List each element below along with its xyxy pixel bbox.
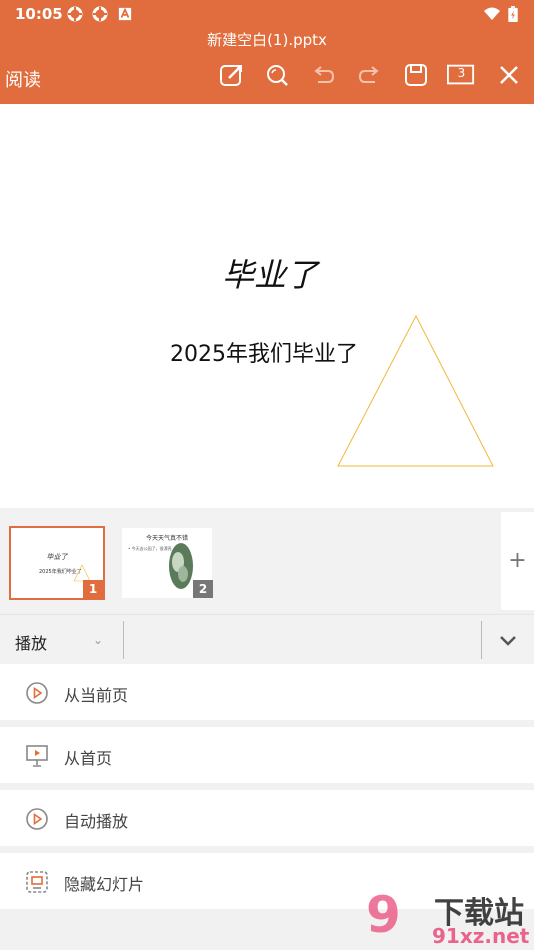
thumb-title: 今天天气真不错 — [145, 535, 188, 542]
edit-icon[interactable] — [217, 61, 245, 89]
wifi-icon — [484, 6, 500, 22]
triangle-shape[interactable] — [336, 314, 496, 470]
slide-thumbnail-1[interactable]: 毕业了 2025年我们毕业了 1 — [9, 526, 105, 600]
undo-icon[interactable] — [309, 61, 337, 89]
status-time: 10:05 — [15, 5, 63, 23]
sync-icon — [67, 6, 83, 22]
slide-thumbnail-2[interactable]: 今天天气真不错 • 今天去公园了，很漂亮 2 — [122, 528, 213, 598]
menu-item-label: 自动播放 — [64, 812, 129, 831]
watermark-url: 91xz.net — [432, 924, 530, 948]
ribbon-tabbar: 播放 ⌄ — [0, 614, 534, 664]
save-icon[interactable] — [402, 61, 430, 89]
slide-canvas[interactable]: 毕业了 2025年我们毕业了 — [0, 104, 534, 508]
menu-item-label: 从当前页 — [64, 686, 129, 705]
slide-number-badge: 1 — [83, 580, 103, 598]
photo-image — [169, 543, 193, 589]
tab-play[interactable]: 播放 — [15, 630, 47, 654]
play-circle-icon — [24, 806, 50, 832]
search-icon[interactable] — [263, 61, 291, 89]
hidden-slide-icon — [24, 869, 50, 895]
page-count-text: 3 — [457, 66, 466, 80]
redo-icon[interactable] — [356, 61, 384, 89]
collapse-icon[interactable] — [497, 629, 519, 651]
read-mode-button[interactable]: 阅读 — [5, 66, 41, 92]
slide-subtitle[interactable]: 2025年我们毕业了 — [170, 336, 358, 368]
page-count-icon[interactable]: 3 — [447, 61, 477, 89]
site-watermark: 9 下载站 91xz.net — [364, 886, 534, 950]
projector-icon — [24, 743, 50, 769]
thumb-title: 毕业了 — [46, 553, 68, 561]
app-notification-icon — [118, 6, 134, 22]
slide-title[interactable]: 毕业了 — [0, 250, 534, 296]
close-icon[interactable] — [495, 61, 523, 89]
slide-number-badge: 2 — [193, 580, 213, 598]
play-circle-icon — [24, 680, 50, 706]
menu-item-play-first[interactable]: 从首页 — [0, 727, 534, 783]
divider — [481, 621, 482, 659]
watermark-logo: 9 — [366, 886, 401, 944]
menu-item-label: 从首页 — [64, 749, 113, 768]
sync-icon — [92, 6, 108, 22]
divider — [123, 621, 124, 659]
thumb-bullet: • 今天去公园了，很漂亮 — [128, 546, 172, 551]
add-slide-button[interactable]: + — [501, 512, 534, 610]
document-title: 新建空白(1).pptx — [207, 31, 327, 49]
status-bar: 10:05 — [0, 0, 534, 28]
battery-icon — [507, 6, 519, 23]
menu-item-label: 隐藏幻灯片 — [64, 875, 145, 894]
thumbnail-strip: 毕业了 2025年我们毕业了 1 今天天气真不错 • 今天去公园了，很漂亮 2 — [0, 510, 500, 612]
app-header: 10:05 新建空白(1).pptx 阅读 3 — [0, 0, 534, 104]
menu-item-play-current[interactable]: 从当前页 — [0, 664, 534, 720]
chevron-down-icon[interactable]: ⌄ — [93, 633, 103, 647]
menu-item-auto-play[interactable]: 自动播放 — [0, 790, 534, 846]
